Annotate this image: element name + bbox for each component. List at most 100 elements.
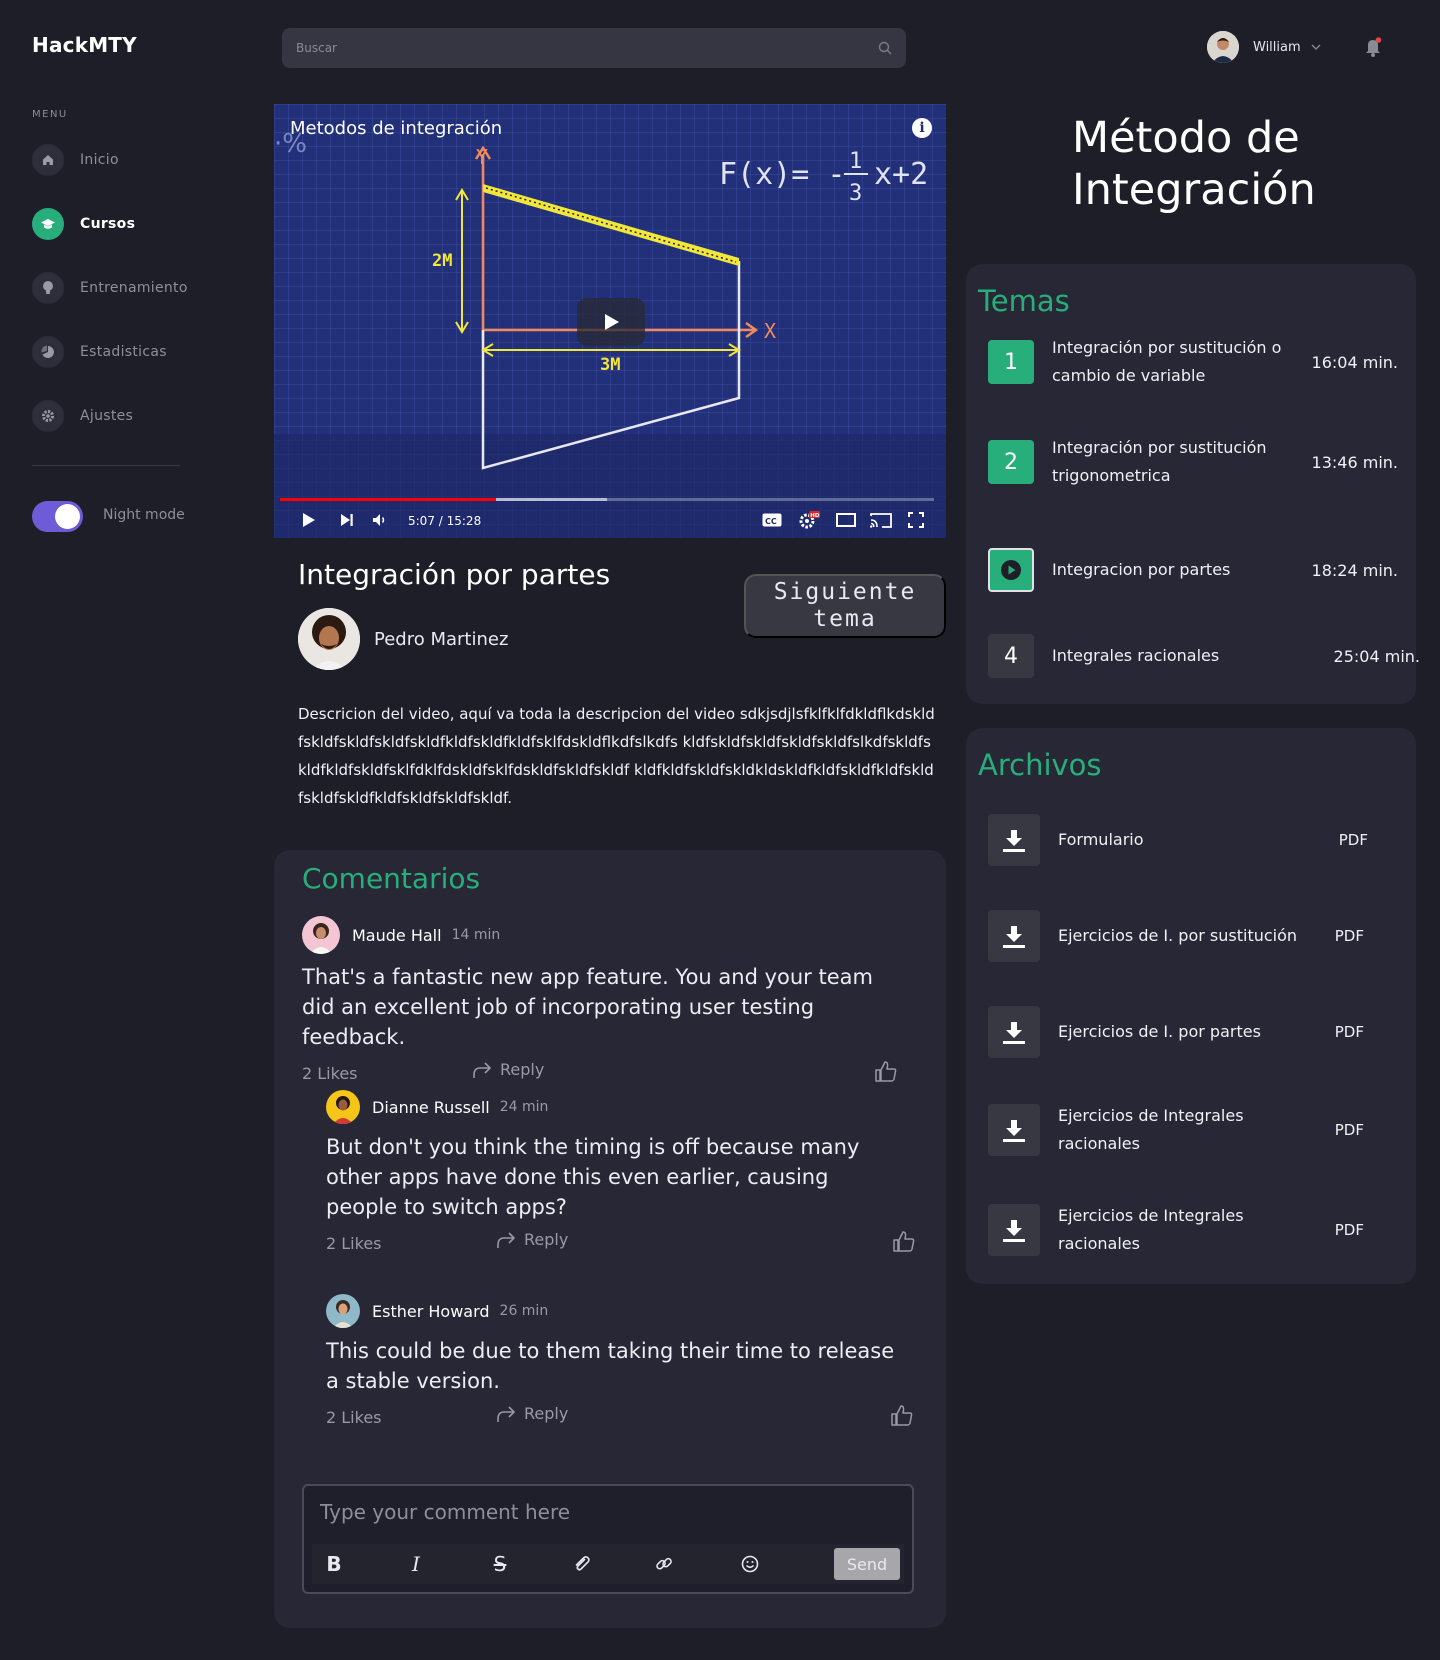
board-formula-den: 3 [849,181,862,206]
sidebar-item-label: Entrenamiento [80,280,188,296]
play-circle-icon [988,548,1034,592]
reply-arrow-icon [497,1405,516,1422]
search-bar [282,28,906,68]
sidebar-item-label: Inicio [80,152,119,168]
download-icon [988,814,1040,866]
board-formula-lhs: F(x)= - [719,157,845,192]
search-icon[interactable] [878,41,892,55]
sidebar-item-label: Cursos [80,216,136,232]
link-icon[interactable] [650,1550,678,1578]
user-name: William [1253,39,1301,55]
avatar[interactable] [326,1294,360,1328]
download-icon [988,1204,1040,1256]
big-play-button[interactable] [577,298,645,346]
avatar[interactable] [302,916,340,954]
next-track-icon[interactable] [336,508,358,532]
menu-label: MENU [32,109,68,120]
reply-arrow-icon [497,1231,516,1248]
editor-toolbar: B I S Send [312,1544,904,1584]
home-icon [32,144,64,176]
topics-panel: Temas 1 Integración por sustitución o ca… [966,264,1420,704]
download-icon [988,910,1040,962]
author-avatar[interactable] [298,608,360,670]
file-item[interactable]: Ejercicios de Integrales racionales PDF [988,1202,1364,1258]
topic-name: Integracion por partes [1052,560,1231,579]
file-item[interactable]: Ejercicios de Integrales racionales PDF [988,1102,1364,1158]
topic-item[interactable]: 2 Integración por sustitución trigonomet… [988,434,1398,490]
notification-bell-icon[interactable] [1363,36,1383,58]
video-player[interactable]: Y X 2M 3M F(x)= - 1 3 x+2 ·% Metodos de … [274,104,946,538]
chevron-down-icon [1311,44,1321,50]
night-mode-label: Night mode [103,507,185,523]
reply-button[interactable]: Reply [472,1060,544,1079]
toggle-knob [55,504,80,529]
sidebar-item-label: Ajustes [80,408,134,424]
comment-input[interactable] [320,1500,890,1530]
theater-mode-icon[interactable] [834,508,858,532]
sidebar-item-entrenamiento[interactable]: Entrenamiento [32,272,188,304]
sidebar-item-label: Estadisticas [80,344,167,360]
topic-item[interactable]: 4 Integrales racionales 25:04 min. [988,634,1420,678]
strikethrough-icon[interactable]: S [486,1550,514,1578]
send-button[interactable]: Send [834,1548,900,1580]
like-thumbs-up-icon[interactable] [874,1060,898,1088]
user-menu[interactable]: William [1207,31,1321,63]
board-label-y-axis: Y [476,145,488,169]
gear-icon [32,400,64,432]
emoji-icon[interactable] [736,1550,764,1578]
topic-name: Integración por sustitución trigonometri… [1052,438,1267,485]
sidebar-item-cursos[interactable]: Cursos [32,208,135,240]
topic-badge: 4 [988,634,1034,678]
sidebar-item-inicio[interactable]: Inicio [32,144,119,176]
reply-button[interactable]: Reply [496,1404,568,1423]
sidebar-item-ajustes[interactable]: Ajustes [32,400,133,432]
file-item[interactable]: Ejercicios de I. por sustitución PDF [988,910,1364,962]
video-time: 5:07 / 15:28 [408,514,482,528]
file-name: Ejercicios de Integrales racionales [1058,1206,1244,1253]
comments-panel: Comentarios Maude Hall 14 min That's a f… [274,850,946,1628]
user-avatar [1207,31,1239,63]
author-name[interactable]: Pedro Martinez [374,629,508,650]
captions-icon[interactable]: CC [760,508,784,532]
info-icon[interactable]: i [912,118,932,138]
app-logo[interactable]: HackMTY [32,33,137,57]
video-progress-bar[interactable] [280,498,934,501]
like-thumbs-up-icon[interactable] [892,1230,916,1258]
comment-time: 24 min [499,1099,549,1115]
reply-label: Reply [524,1230,569,1249]
comment-likes: 2 Likes [302,1064,358,1083]
play-control-icon[interactable] [298,508,320,532]
file-item[interactable]: Ejercicios de I. por partes PDF [988,1006,1364,1058]
italic-icon[interactable]: I [402,1550,430,1578]
sidebar-item-estadisticas[interactable]: Estadisticas [32,336,167,368]
comment-author[interactable]: Esther Howard [372,1302,490,1321]
next-topic-button[interactable]: Siguiente tema [744,574,946,638]
topic-duration: 18:24 min. [1311,560,1398,580]
board-label-height: 2M [432,251,452,271]
file-item[interactable]: Formulario PDF [988,814,1368,866]
cast-icon[interactable] [868,508,894,532]
comment-reply: Esther Howard 26 min This could be due t… [326,1294,913,1432]
comment-likes: 2 Likes [326,1234,382,1253]
settings-hd-icon[interactable]: HD [796,508,822,532]
comment-author[interactable]: Dianne Russell [372,1098,490,1117]
graduation-cap-icon [32,208,64,240]
bold-icon[interactable]: B [320,1550,348,1578]
video-title: Metodos de integración [290,118,503,139]
topic-duration: 13:46 min. [1311,452,1398,472]
search-input[interactable] [296,41,878,55]
topic-item-current[interactable]: Integracion por partes 18:24 min. [988,548,1398,592]
comment-author[interactable]: Maude Hall [352,926,442,945]
topic-name: Integrales racionales [1052,646,1220,665]
avatar[interactable] [326,1090,360,1124]
sidebar-divider [32,465,180,466]
file-type: PDF [1334,1023,1364,1041]
volume-icon[interactable] [368,508,392,532]
topic-item[interactable]: 1 Integración por sustitución o cambio d… [988,334,1398,390]
fullscreen-icon[interactable] [904,508,928,532]
like-thumbs-up-icon[interactable] [890,1404,914,1432]
paperclip-icon[interactable] [568,1550,596,1578]
night-mode-toggle[interactable] [32,501,83,532]
reply-button[interactable]: Reply [496,1230,568,1249]
video-description: Descricion del video, aquí va toda la de… [298,705,935,807]
